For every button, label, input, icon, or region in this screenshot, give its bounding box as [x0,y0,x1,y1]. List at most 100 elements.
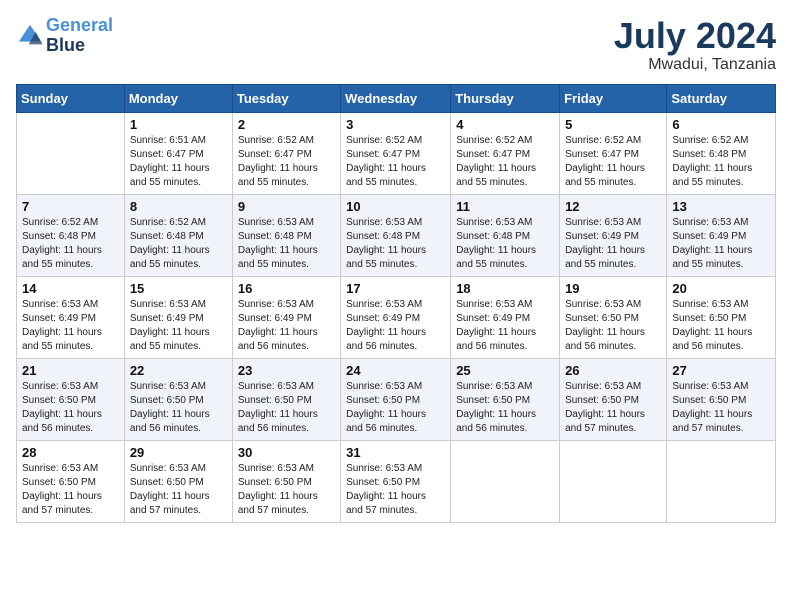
day-number: 18 [456,281,554,296]
weekday-header: Tuesday [232,84,340,112]
day-info: Sunrise: 6:52 AMSunset: 6:48 PMDaylight:… [22,216,119,272]
weekday-header: Thursday [451,84,560,112]
calendar-cell: 7 Sunrise: 6:52 AMSunset: 6:48 PMDaylight… [17,194,125,276]
logo-text: General Blue [46,16,113,56]
day-info: Sunrise: 6:53 AMSunset: 6:50 PMDaylight:… [130,462,227,518]
day-info: Sunrise: 6:53 AMSunset: 6:49 PMDaylight:… [130,298,227,354]
day-info: Sunrise: 6:53 AMSunset: 6:48 PMDaylight:… [456,216,554,272]
calendar-cell: 1Sunrise: 6:51 AMSunset: 6:47 PMDaylight… [124,112,232,194]
calendar-cell: 14 Sunrise: 6:53 AMSunset: 6:49 PMDayligh… [17,276,125,358]
day-number: 12 [565,199,661,214]
calendar-cell: 21Sunrise: 6:53 AMSunset: 6:50 PMDayligh… [17,358,125,440]
day-info: Sunrise: 6:53 AMSunset: 6:50 PMDaylight:… [22,462,119,518]
day-number: 15 [130,281,227,296]
calendar-cell: 9 Sunrise: 6:53 AMSunset: 6:48 PMDaylight… [232,194,340,276]
day-number: 5 [565,117,661,132]
day-number: 17 [346,281,445,296]
weekday-header: Saturday [667,84,776,112]
day-number: 1 [130,117,227,132]
day-number: 13 [672,199,770,214]
day-number: 11 [456,199,554,214]
calendar-cell: 20Sunrise: 6:53 AMSunset: 6:50 PMDayligh… [667,276,776,358]
calendar-cell: 26 Sunrise: 6:53 AMSunset: 6:50 PMDayligh… [560,358,667,440]
location: Mwadui, Tanzania [614,56,776,74]
calendar-cell: 24 Sunrise: 6:53 AMSunset: 6:50 PMDayligh… [341,358,451,440]
calendar-cell: 13 Sunrise: 6:53 AMSunset: 6:49 PMDayligh… [667,194,776,276]
weekday-header-row: SundayMondayTuesdayWednesdayThursdayFrid… [17,84,776,112]
day-info: Sunrise: 6:53 AMSunset: 6:50 PMDaylight:… [672,380,770,436]
calendar-cell: 30 Sunrise: 6:53 AMSunset: 6:50 PMDayligh… [232,440,340,522]
day-info: Sunrise: 6:53 AMSunset: 6:49 PMDaylight:… [346,298,445,354]
calendar-cell: 10 Sunrise: 6:53 AMSunset: 6:48 PMDayligh… [341,194,451,276]
day-number: 8 [130,199,227,214]
day-info: Sunrise: 6:53 AMSunset: 6:49 PMDaylight:… [238,298,335,354]
calendar-cell: 15 Sunrise: 6:53 AMSunset: 6:49 PMDayligh… [124,276,232,358]
day-number: 7 [22,199,119,214]
day-info: Sunrise: 6:53 AMSunset: 6:50 PMDaylight:… [22,380,119,436]
day-number: 16 [238,281,335,296]
day-number: 29 [130,445,227,460]
day-info: Sunrise: 6:52 AMSunset: 6:48 PMDaylight:… [672,134,770,190]
calendar-cell: 12Sunrise: 6:53 AMSunset: 6:49 PMDayligh… [560,194,667,276]
logo: General Blue [16,16,113,56]
day-info: Sunrise: 6:52 AMSunset: 6:48 PMDaylight:… [130,216,227,272]
calendar-cell: 11 Sunrise: 6:53 AMSunset: 6:48 PMDayligh… [451,194,560,276]
day-info: Sunrise: 6:53 AMSunset: 6:50 PMDaylight:… [238,462,335,518]
weekday-header: Sunday [17,84,125,112]
calendar-cell: 22Sunrise: 6:53 AMSunset: 6:50 PMDayligh… [124,358,232,440]
day-info: Sunrise: 6:53 AMSunset: 6:50 PMDaylight:… [238,380,335,436]
calendar-table: SundayMondayTuesdayWednesdayThursdayFrid… [16,84,776,523]
day-number: 23 [238,363,335,378]
calendar-cell: 16 Sunrise: 6:53 AMSunset: 6:49 PMDayligh… [232,276,340,358]
day-number: 19 [565,281,661,296]
calendar-week-row: 14 Sunrise: 6:53 AMSunset: 6:49 PMDayligh… [17,276,776,358]
day-number: 30 [238,445,335,460]
calendar-cell [667,440,776,522]
logo-icon [16,22,44,50]
calendar-cell: 29 Sunrise: 6:53 AMSunset: 6:50 PMDayligh… [124,440,232,522]
day-number: 3 [346,117,445,132]
day-number: 14 [22,281,119,296]
day-number: 28 [22,445,119,460]
day-info: Sunrise: 6:52 AMSunset: 6:47 PMDaylight:… [565,134,661,190]
day-number: 24 [346,363,445,378]
day-number: 25 [456,363,554,378]
day-info: Sunrise: 6:53 AMSunset: 6:48 PMDaylight:… [346,216,445,272]
day-number: 2 [238,117,335,132]
calendar-cell: 25 Sunrise: 6:53 AMSunset: 6:50 PMDayligh… [451,358,560,440]
title-section: July 2024 Mwadui, Tanzania [614,16,776,74]
calendar-cell [560,440,667,522]
calendar-cell: 6Sunrise: 6:52 AMSunset: 6:48 PMDaylight… [667,112,776,194]
day-info: Sunrise: 6:52 AMSunset: 6:47 PMDaylight:… [456,134,554,190]
calendar-cell [17,112,125,194]
calendar-week-row: 1Sunrise: 6:51 AMSunset: 6:47 PMDaylight… [17,112,776,194]
day-info: Sunrise: 6:53 AMSunset: 6:50 PMDaylight:… [346,380,445,436]
calendar-cell: 8 Sunrise: 6:52 AMSunset: 6:48 PMDaylight… [124,194,232,276]
calendar-week-row: 28 Sunrise: 6:53 AMSunset: 6:50 PMDayligh… [17,440,776,522]
day-number: 9 [238,199,335,214]
day-number: 10 [346,199,445,214]
day-info: Sunrise: 6:53 AMSunset: 6:50 PMDaylight:… [672,298,770,354]
calendar-cell: 28 Sunrise: 6:53 AMSunset: 6:50 PMDayligh… [17,440,125,522]
day-number: 26 [565,363,661,378]
calendar-week-row: 7 Sunrise: 6:52 AMSunset: 6:48 PMDaylight… [17,194,776,276]
weekday-header: Wednesday [341,84,451,112]
weekday-header: Monday [124,84,232,112]
month-year: July 2024 [614,16,776,56]
day-number: 31 [346,445,445,460]
day-number: 27 [672,363,770,378]
calendar-cell: 31Sunrise: 6:53 AMSunset: 6:50 PMDayligh… [341,440,451,522]
calendar-cell: 17 Sunrise: 6:53 AMSunset: 6:49 PMDayligh… [341,276,451,358]
calendar-cell: 5 Sunrise: 6:52 AMSunset: 6:47 PMDaylight… [560,112,667,194]
weekday-header: Friday [560,84,667,112]
day-info: Sunrise: 6:53 AMSunset: 6:49 PMDaylight:… [456,298,554,354]
day-info: Sunrise: 6:53 AMSunset: 6:49 PMDaylight:… [22,298,119,354]
calendar-cell: 18 Sunrise: 6:53 AMSunset: 6:49 PMDayligh… [451,276,560,358]
day-info: Sunrise: 6:53 AMSunset: 6:50 PMDaylight:… [456,380,554,436]
day-info: Sunrise: 6:53 AMSunset: 6:48 PMDaylight:… [238,216,335,272]
day-info: Sunrise: 6:52 AMSunset: 6:47 PMDaylight:… [238,134,335,190]
day-info: Sunrise: 6:53 AMSunset: 6:49 PMDaylight:… [672,216,770,272]
calendar-cell [451,440,560,522]
calendar-cell: 23 Sunrise: 6:53 AMSunset: 6:50 PMDayligh… [232,358,340,440]
day-info: Sunrise: 6:53 AMSunset: 6:50 PMDaylight:… [565,380,661,436]
